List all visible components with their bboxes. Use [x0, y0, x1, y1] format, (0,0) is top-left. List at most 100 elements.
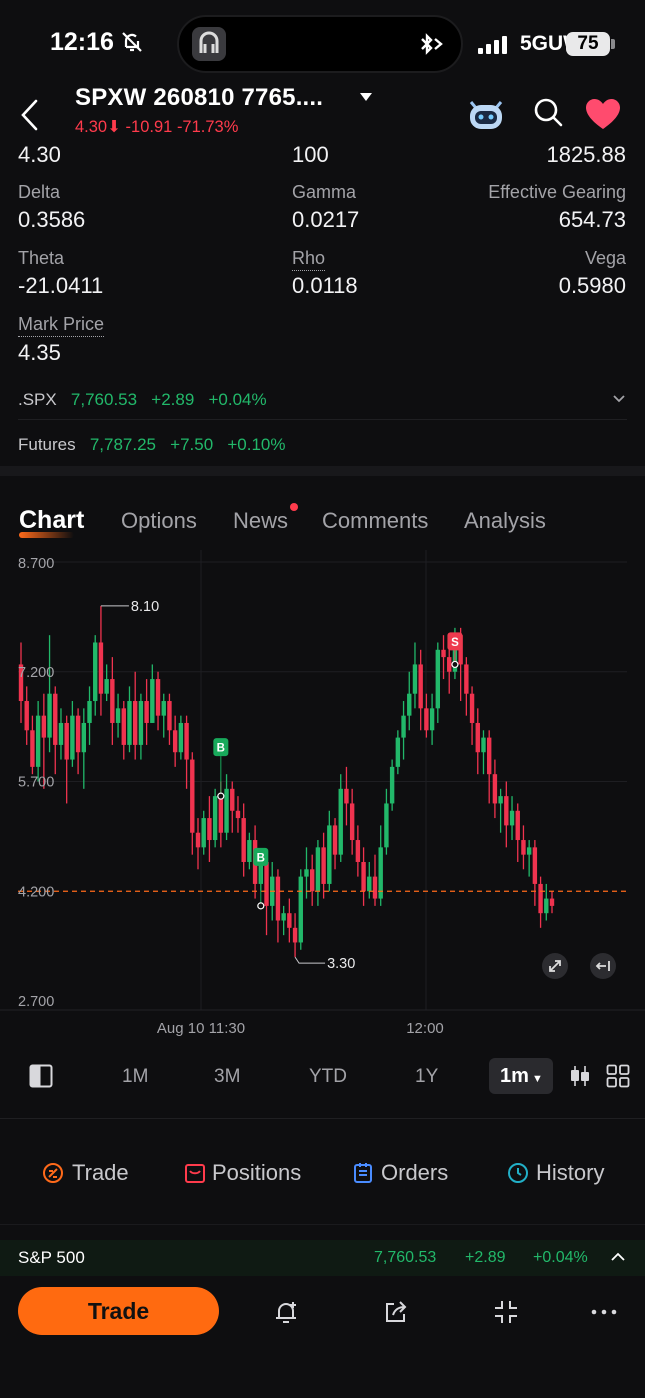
positions-tab[interactable]: Positions [212, 1160, 301, 1186]
candle-body [332, 825, 338, 855]
candle-body [64, 722, 69, 760]
divider [0, 1118, 645, 1119]
trade-marker-dot [451, 660, 459, 669]
trade-marker-label: B [257, 852, 265, 864]
candle-body [75, 715, 81, 753]
quote-change: +2.89 [151, 390, 195, 409]
candle-body [435, 649, 441, 709]
candle-body [441, 649, 446, 658]
period-3m[interactable]: 3M [214, 1066, 240, 1088]
candle-body [93, 642, 98, 702]
quote-name: Futures [18, 435, 76, 454]
period-1m[interactable]: 1M [122, 1066, 148, 1088]
y-axis-label: 4.200 [18, 884, 54, 900]
candle-body [538, 883, 543, 914]
mark-price-label[interactable]: Mark Price [18, 314, 105, 337]
more-icon[interactable] [590, 1298, 618, 1326]
rho-label[interactable]: Rho [292, 248, 326, 271]
caret-down-icon: ▼ [528, 1073, 543, 1085]
candle-body [190, 759, 195, 833]
candle-body [464, 664, 469, 694]
tab-comments[interactable]: Comments [322, 508, 428, 534]
quote-change: +7.50 [170, 435, 214, 454]
chevron-down-icon[interactable] [612, 393, 626, 405]
candle-body [304, 869, 309, 877]
trade-button[interactable]: Trade [18, 1287, 219, 1335]
delta-label: Delta [18, 182, 61, 202]
candle-body [81, 722, 87, 753]
favorite-heart-icon[interactable] [585, 98, 621, 130]
orders-icon [354, 1163, 372, 1183]
vega-label: Vega [584, 248, 626, 268]
interval-label: 1m ▼ [500, 1065, 543, 1088]
candle-body [384, 803, 389, 848]
compact-icon[interactable] [492, 1298, 520, 1326]
candle-body [515, 810, 520, 841]
candle-body [407, 693, 412, 716]
candle-body [178, 722, 184, 753]
futures-quote-row[interactable]: Futures 7,787.25 +7.50 +0.10% [18, 435, 286, 455]
candle-body [70, 715, 75, 760]
candle-body [201, 818, 206, 848]
candle-body [549, 898, 555, 906]
battery-cap [611, 39, 615, 49]
candle-body [138, 701, 144, 745]
tab-news[interactable]: News [233, 508, 288, 534]
trade-icon [43, 1163, 63, 1183]
page-title[interactable]: SPXW 260810 7765.... [75, 84, 323, 112]
chevron-up-icon[interactable] [610, 1251, 626, 1263]
price-alert-icon[interactable] [272, 1298, 300, 1326]
orders-tab[interactable]: Orders [381, 1160, 448, 1186]
index-change-pct: +0.04% [533, 1249, 588, 1266]
history-tab[interactable]: History [536, 1160, 604, 1186]
x-axis-label: Aug 10 11:30 [157, 1020, 245, 1037]
candle-body [395, 737, 401, 767]
candle-body [155, 679, 161, 716]
history-icon [508, 1163, 528, 1183]
price-change-pct: -71.73% [176, 118, 239, 136]
candle-body [41, 715, 47, 738]
index-change: +2.89 [465, 1249, 506, 1266]
candle-body [172, 730, 178, 753]
gearing-label: Effective Gearing [488, 182, 626, 202]
ai-assistant-icon[interactable] [465, 94, 507, 132]
share-icon[interactable] [382, 1298, 410, 1326]
period-ytd[interactable]: YTD [309, 1066, 347, 1088]
scroll-latest-button[interactable] [590, 953, 616, 979]
candle-body [132, 701, 138, 745]
vega-value: 0.5980 [558, 273, 626, 298]
candle-body [344, 788, 349, 804]
sidebar-toggle-icon[interactable] [29, 1064, 53, 1088]
period-1y[interactable]: 1Y [415, 1066, 438, 1088]
divider [18, 419, 627, 420]
trade-marker-label: S [451, 637, 459, 649]
gearing-value: 654.73 [558, 207, 626, 232]
candle-style-icon[interactable] [569, 1065, 591, 1087]
candle-body [58, 722, 64, 745]
candle-body [309, 869, 315, 892]
expand-chart-button[interactable] [542, 953, 568, 979]
tab-options[interactable]: Options [121, 508, 197, 534]
gamma-value: 0.0217 [292, 207, 360, 232]
candle-body [504, 796, 509, 826]
interval-value: 1m [500, 1065, 529, 1087]
trade-tab[interactable]: Trade [72, 1160, 129, 1186]
search-icon[interactable] [532, 96, 564, 128]
chevron-down-icon[interactable] [360, 92, 372, 102]
candle-body [321, 847, 326, 884]
divider [0, 1224, 645, 1225]
candle-body [401, 715, 406, 738]
spx-quote-row[interactable]: .SPX 7,760.53 +2.89 +0.04% [18, 390, 267, 410]
candle-body [361, 861, 366, 892]
candle-body [167, 701, 172, 731]
grid-layout-icon[interactable] [606, 1064, 630, 1088]
news-notification-dot [290, 503, 298, 511]
metric-row0-mid: 100 [292, 142, 329, 167]
gamma-label: Gamma [292, 182, 357, 202]
quote-price: 7,760.53 [70, 390, 138, 409]
bell-off-icon [122, 32, 142, 52]
candle-body [389, 766, 395, 804]
tab-analysis[interactable]: Analysis [464, 508, 546, 534]
back-icon[interactable] [18, 98, 42, 132]
tab-chart[interactable]: Chart [19, 506, 84, 535]
